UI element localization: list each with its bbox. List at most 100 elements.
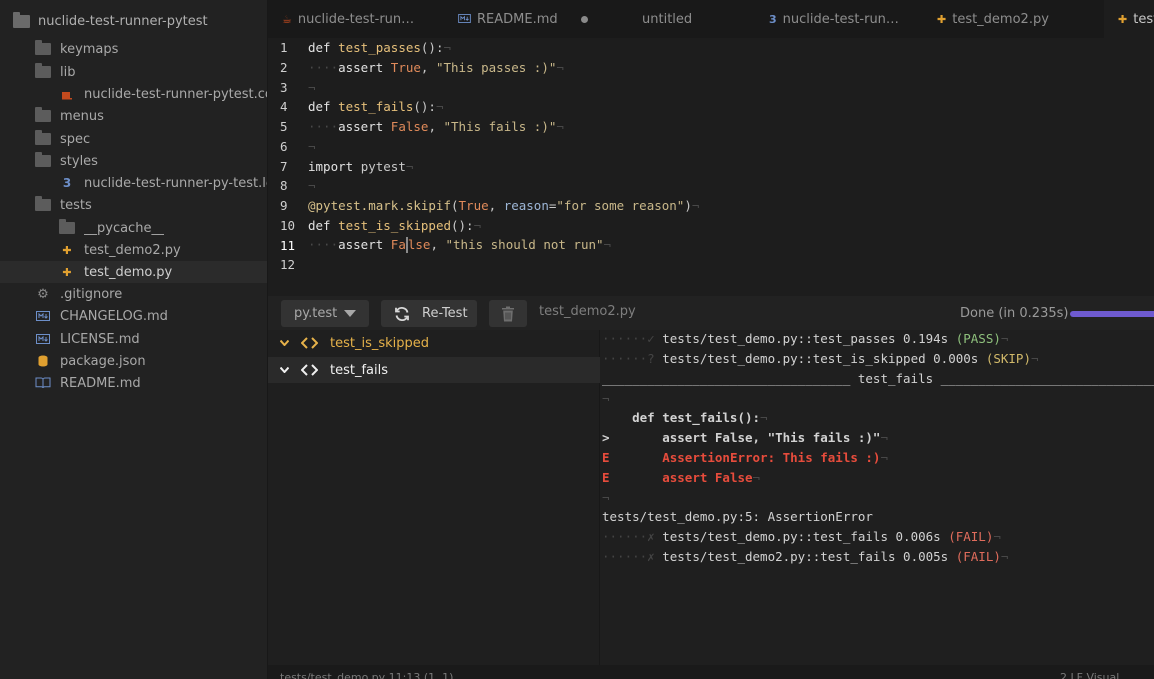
book-icon xyxy=(34,375,52,391)
test-name: test_fails xyxy=(330,362,389,378)
tree-item-label: package.json xyxy=(60,353,146,369)
code-token: lse xyxy=(407,236,431,252)
output-indent: ······? xyxy=(602,350,663,366)
code-line: 4 def test_fails():¬ xyxy=(268,96,1154,116)
tree-item-pycache[interactable]: __pycache__ xyxy=(0,217,267,239)
code-token: "this should not run" xyxy=(445,236,604,252)
tab-nuclide-test-runner-less[interactable]: 3 nuclide-test-run… xyxy=(755,0,923,38)
output-line: tests/test_demo.py:5: AssertionError xyxy=(602,506,873,526)
tree-item-spec[interactable]: spec xyxy=(0,128,267,150)
code-token: "This passes :)" xyxy=(435,59,557,75)
test-item[interactable]: test_is_skipped xyxy=(268,330,600,356)
runner-select-label: py.test xyxy=(294,306,338,321)
tree-root-label: nuclide-test-runner-pytest xyxy=(38,13,208,29)
code-line: 8 ¬ xyxy=(268,175,1154,195)
test-name: test_is_skipped xyxy=(330,335,430,351)
tab-nuclide-test-runner-coffee[interactable]: ☕ nuclide-test-run… xyxy=(268,0,444,38)
folder-icon xyxy=(58,219,76,236)
test-item-selected[interactable]: test_fails xyxy=(268,357,600,383)
indent-guide: ···· xyxy=(308,59,339,75)
code-line: 1 def test_passes():¬ xyxy=(268,38,1154,57)
clear-button[interactable] xyxy=(489,300,527,327)
folder-icon xyxy=(34,152,52,169)
folder-icon xyxy=(34,63,52,80)
cursor-position[interactable]: tests/test_demo.py 11:13 (1, 1) xyxy=(280,671,453,679)
code-line: 9 @pytest.mark.skipif(True, reason="for … xyxy=(268,195,1154,215)
trash-icon xyxy=(501,306,515,322)
tree-item-tests[interactable]: tests xyxy=(0,194,267,216)
output-line: ¬ xyxy=(602,487,610,507)
tree-item-package-json[interactable]: package.json xyxy=(0,350,267,372)
current-test-file: test_demo2.py xyxy=(539,304,636,319)
output-text: tests/test_demo2.py::test_fails 0.005s xyxy=(662,548,956,564)
folder-icon xyxy=(34,40,52,57)
code-line: 6 ¬ xyxy=(268,136,1154,156)
code-token: False xyxy=(390,118,429,134)
indent-guide: ···· xyxy=(308,118,339,134)
tree-item-readme[interactable]: README.md xyxy=(0,372,267,394)
line-number: 12 xyxy=(280,256,296,272)
output-line: ······✗ tests/test_demo2.py::test_fails … xyxy=(602,546,1008,566)
tab-test-demo[interactable]: ✚ test xyxy=(1104,0,1154,38)
tree-item-label: README.md xyxy=(60,375,141,391)
tree-item-gitignore[interactable]: ⚙ .gitignore xyxy=(0,283,267,305)
tab-test-demo2[interactable]: ✚ test_demo2.py xyxy=(923,0,1078,38)
tree-root[interactable]: nuclide-test-runner-pytest xyxy=(0,10,267,32)
code-token: ( xyxy=(451,197,459,213)
code-token: Fa xyxy=(390,236,406,252)
code-token: ) xyxy=(684,197,692,213)
eol-marker: ¬ xyxy=(880,449,888,465)
output-indent: ······✗ xyxy=(602,548,663,564)
tree-item-license[interactable]: LICENSE.md xyxy=(0,328,267,350)
code-line: 7 import pytest¬ xyxy=(268,156,1154,176)
eol-marker: ¬ xyxy=(1030,350,1039,366)
python-file-icon: ✚ xyxy=(62,243,72,257)
tree-item-label: .gitignore xyxy=(60,286,123,302)
tree-item-changelog[interactable]: CHANGELOG.md xyxy=(0,305,267,327)
code-token: , xyxy=(430,236,446,252)
css-file-icon: 3 xyxy=(62,176,72,190)
code-line: 3 ¬ xyxy=(268,77,1154,97)
code-token: , xyxy=(420,59,436,75)
tab-label: test xyxy=(1133,11,1154,27)
status-right[interactable]: 2 LF Visual xyxy=(1060,671,1119,679)
output-text: def test_fails(): xyxy=(602,409,761,425)
tree-item-keymaps[interactable]: keymaps xyxy=(0,38,267,60)
output-marker: > xyxy=(602,429,610,445)
test-output-console[interactable]: ······✓ tests/test_demo.py::test_passes … xyxy=(601,330,1154,665)
tree-item-label: styles xyxy=(60,153,98,169)
tab-readme[interactable]: README.md xyxy=(444,0,610,38)
code-token: (): xyxy=(413,98,436,114)
tree-item-label: nuclide-test-runner-pytest.coffee xyxy=(84,86,267,102)
output-text: tests/test_demo.py:5: AssertionError xyxy=(602,508,873,524)
folder-icon xyxy=(34,196,52,213)
tree-item-coffee-file[interactable]: nuclide-test-runner-pytest.coffee xyxy=(0,83,267,105)
runner-select[interactable]: py.test xyxy=(281,300,369,327)
line-number: 10 xyxy=(280,217,296,233)
eol-marker: ¬ xyxy=(880,429,888,445)
tree-item-lib[interactable]: lib xyxy=(0,61,267,83)
output-line: > assert False, "This fails :)" ¬ xyxy=(602,427,888,447)
eol-marker: ¬ xyxy=(752,469,761,485)
markdown-file-icon xyxy=(458,13,471,26)
code-editor[interactable]: 1 def test_passes():¬ 2 ····assert True,… xyxy=(268,38,1154,296)
eol-marker: ¬ xyxy=(603,236,612,252)
output-text: tests/test_demo.py::test_is_skipped 0.00… xyxy=(662,350,986,366)
tree-item-less-file[interactable]: 3 nuclide-test-runner-py-test.less xyxy=(0,172,267,194)
tree-item-menus[interactable]: menus xyxy=(0,105,267,127)
tab-label: untitled xyxy=(642,11,693,27)
tab-untitled[interactable]: untitled xyxy=(610,0,755,38)
chevron-down-icon xyxy=(344,306,357,321)
test-list: test_is_skipped test_fails xyxy=(268,330,600,665)
css-file-icon: 3 xyxy=(769,12,777,26)
tree-item-test-demo[interactable]: ✚ test_demo.py xyxy=(0,261,267,283)
tree-item-test-demo2[interactable]: ✚ test_demo2.py xyxy=(0,239,267,261)
pass-badge: (PASS) xyxy=(955,330,1001,346)
tree-item-label: test_demo.py xyxy=(84,264,173,280)
retest-button[interactable]: Re-Test xyxy=(381,300,477,327)
tree-item-styles[interactable]: styles xyxy=(0,150,267,172)
output-text: assert False, "This fails :)" xyxy=(609,429,881,445)
code-token: , xyxy=(488,197,504,213)
eol-marker: ¬ xyxy=(691,197,700,213)
chevron-down-icon xyxy=(280,340,289,346)
